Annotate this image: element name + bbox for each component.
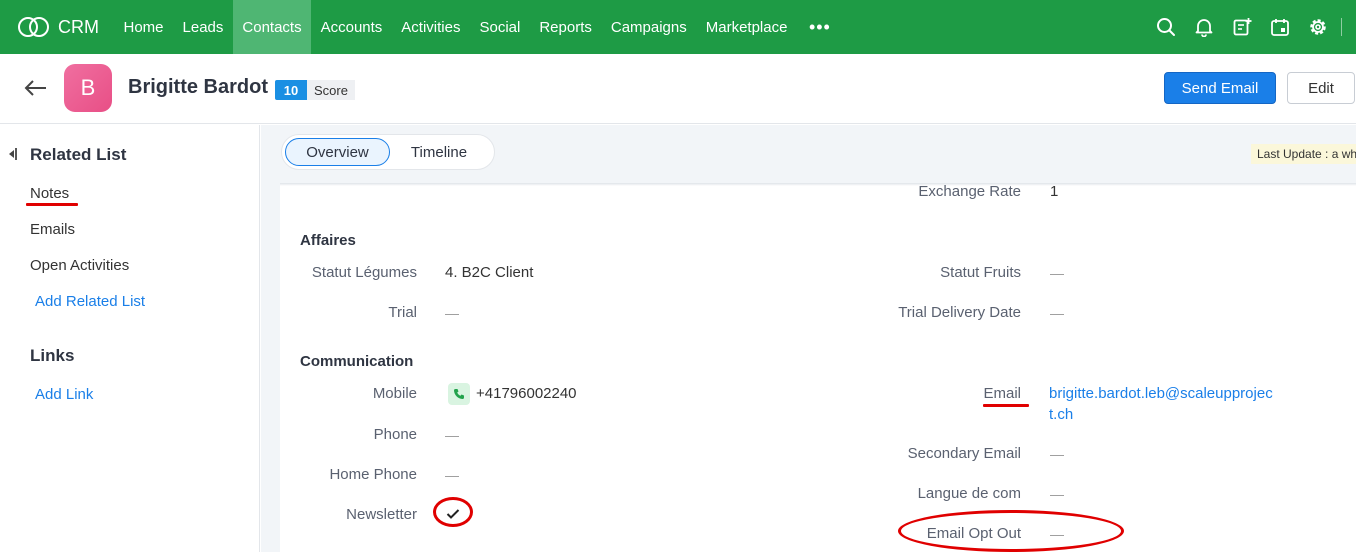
record-details: Exchange Rate 1 Affaires Statut Légumes … [280, 183, 1356, 552]
mobile-label: Mobile [372, 385, 417, 402]
nav-more-button[interactable]: ••• [797, 0, 843, 54]
nav-reports[interactable]: Reports [530, 0, 602, 54]
nav-icons [1147, 0, 1342, 54]
annotation-underline-notes [26, 203, 78, 206]
tab-overview[interactable]: Overview [285, 138, 390, 166]
phone-icon[interactable] [448, 383, 470, 405]
annotation-ellipse-email-opt-out [898, 510, 1124, 552]
logo-text: CRM [58, 16, 99, 37]
phone-label: Phone [373, 426, 417, 443]
nav-separator [1341, 18, 1342, 36]
score-label: Score [307, 80, 355, 100]
trial-delivery-date-value[interactable]: — [1050, 305, 1064, 321]
email-label: Email [983, 385, 1021, 402]
related-list-sidebar: Related List Notes Emails Open Activitie… [0, 125, 260, 552]
phone-value[interactable]: — [445, 427, 459, 443]
mobile-value[interactable]: +41796002240 [476, 385, 577, 402]
home-phone-label: Home Phone [329, 466, 417, 483]
send-email-button[interactable]: Send Email [1164, 72, 1276, 104]
view-tabs: Overview Timeline [281, 134, 495, 170]
statut-legumes-value[interactable]: 4. B2C Client [445, 264, 533, 281]
annotation-underline-email [983, 404, 1029, 407]
score-badge: 10 Score [275, 80, 355, 100]
record-name: Brigitte Bardot [128, 76, 268, 98]
avatar[interactable]: B [64, 64, 112, 112]
last-update-badge: Last Update : a wh [1251, 144, 1356, 164]
nav-contacts[interactable]: Contacts [232, 0, 312, 54]
record-header: B Brigitte Bardot 10 Score Send Email Ed… [0, 54, 1356, 124]
home-phone-value[interactable]: — [445, 467, 459, 483]
links-title: Links [30, 346, 75, 365]
collapse-sidebar-icon[interactable] [8, 147, 18, 166]
nav-campaigns[interactable]: Campaigns [601, 0, 696, 54]
statut-legumes-label: Statut Légumes [311, 264, 417, 281]
gear-icon[interactable] [1299, 0, 1337, 54]
trial-delivery-date-label: Trial Delivery Date [898, 304, 1021, 321]
tab-bar: Overview Timeline Last Update : a wh [261, 125, 1356, 183]
secondary-email-value[interactable]: — [1050, 446, 1064, 462]
nav-marketplace[interactable]: Marketplace [696, 0, 797, 54]
scroll-shadow [280, 183, 1356, 186]
statut-fruits-value[interactable]: — [1050, 265, 1064, 281]
edit-button[interactable]: Edit [1287, 72, 1355, 104]
exchange-rate-value[interactable]: 1 [1050, 183, 1058, 200]
nav-tabs: Home Leads Contacts Accounts Activities … [114, 0, 843, 54]
sidebar-item-emails[interactable]: Emails [30, 221, 75, 238]
bell-icon[interactable] [1185, 0, 1223, 54]
main-panel: Overview Timeline Last Update : a wh Exc… [261, 125, 1356, 552]
score-value: 10 [275, 80, 307, 100]
sidebar-item-open-activities[interactable]: Open Activities [30, 257, 129, 274]
search-icon[interactable] [1147, 0, 1185, 54]
crm-logo[interactable]: CRM [18, 17, 114, 38]
trial-label: Trial [388, 304, 417, 321]
nav-leads[interactable]: Leads [173, 0, 233, 54]
trial-value[interactable]: — [445, 305, 459, 321]
section-affaires-title: Affaires [300, 232, 356, 249]
nav-accounts[interactable]: Accounts [311, 0, 392, 54]
exchange-rate-label: Exchange Rate [918, 183, 1021, 200]
related-list-title: Related List [30, 145, 127, 164]
crm-logo-icon [18, 17, 52, 37]
sidebar-item-notes[interactable]: Notes [30, 185, 69, 202]
section-communication-title: Communication [300, 353, 414, 370]
langue-de-com-label: Langue de com [917, 485, 1021, 502]
statut-fruits-label: Statut Fruits [940, 264, 1021, 281]
add-related-list-link[interactable]: Add Related List [35, 293, 145, 310]
calendar-icon[interactable] [1261, 0, 1299, 54]
email-value-link[interactable]: brigitte.bardot.leb@scaleupproject.ch [1049, 383, 1279, 425]
annotation-circle-newsletter [433, 497, 473, 527]
top-nav: CRM Home Leads Contacts Accounts Activit… [0, 0, 1356, 54]
nav-social[interactable]: Social [470, 0, 530, 54]
back-arrow-icon[interactable] [24, 79, 48, 102]
add-link-link[interactable]: Add Link [35, 386, 93, 403]
langue-de-com-value[interactable]: — [1050, 486, 1064, 502]
nav-home[interactable]: Home [114, 0, 173, 54]
secondary-email-label: Secondary Email [907, 445, 1021, 462]
newsletter-label: Newsletter [346, 506, 417, 523]
nav-activities[interactable]: Activities [392, 0, 470, 54]
tab-timeline[interactable]: Timeline [394, 138, 484, 166]
add-record-icon[interactable] [1223, 0, 1261, 54]
